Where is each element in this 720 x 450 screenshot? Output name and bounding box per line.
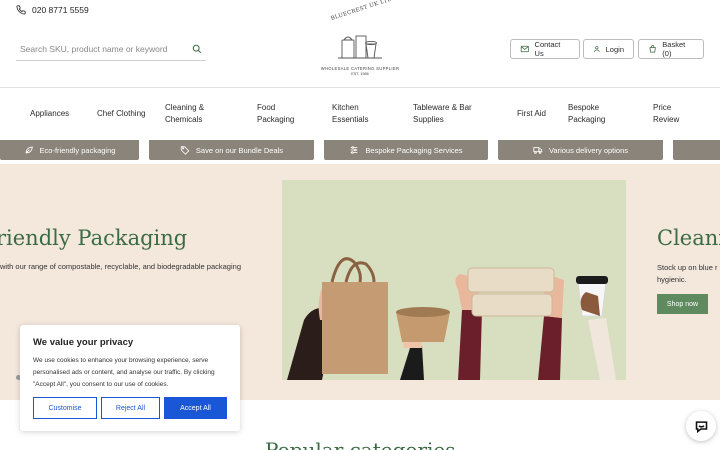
nav-item-first-aid[interactable]: First Aid <box>517 88 547 140</box>
shop-now-button[interactable]: Shop now <box>657 294 708 314</box>
truck-icon <box>533 147 543 154</box>
nav-item-price-review[interactable]: Price Review <box>653 88 695 140</box>
logo-emblem <box>338 35 382 59</box>
login-label: Login <box>605 44 624 54</box>
phone-number: 020 8771 5559 <box>32 5 89 15</box>
customise-button[interactable]: Customise <box>33 397 97 419</box>
phone-icon <box>16 5 26 15</box>
basket-button[interactable]: Basket (0) <box>638 39 704 59</box>
hero-next-slide-description: Stock up on blue r hygienic. <box>657 263 718 284</box>
nav-item-appliances[interactable]: Appliances <box>30 88 80 140</box>
nav-item-chef-clothing[interactable]: Chef Clothing <box>97 88 147 140</box>
basket-icon <box>649 45 656 53</box>
main-nav: Appliances Chef Clothing Cleaning & Chem… <box>0 88 720 140</box>
popular-categories-heading: Popular categories <box>265 438 456 450</box>
logo-est: EST. 1986 <box>351 72 369 76</box>
hero-slide-title: riendly Packaging <box>0 226 188 250</box>
logo-subtitle: WHOLESALE CATERING SUPPLIER <box>320 66 400 71</box>
nav-item-bespoke-packaging[interactable]: Bespoke Packaging <box>568 88 620 140</box>
search-icon[interactable] <box>192 44 202 54</box>
phone-contact[interactable]: 020 8771 5559 <box>16 5 89 15</box>
logo-text: BLUECREST UK LTD <box>330 0 394 22</box>
tag-icon <box>180 146 190 155</box>
usp-bespoke-services[interactable]: Bespoke Packaging Services <box>324 140 488 160</box>
hero-illustration <box>287 257 616 380</box>
user-icon <box>593 46 600 52</box>
accept-all-button[interactable]: Accept All <box>164 397 227 419</box>
site-logo[interactable]: BLUECREST UK LTD WHOLESALE CATERING SUPP… <box>318 0 402 80</box>
contact-us-button[interactable]: Contact Us <box>510 39 580 59</box>
contact-us-label: Contact Us <box>534 40 561 58</box>
usp-delivery-options[interactable]: Various delivery options <box>498 140 663 160</box>
mail-icon <box>520 45 529 53</box>
leaf-icon <box>25 146 33 154</box>
reject-all-button[interactable]: Reject All <box>101 397 160 419</box>
search-input[interactable] <box>20 43 180 54</box>
cookie-text: We use cookies to enhance your browsing … <box>33 357 215 388</box>
nav-item-food-packaging[interactable]: Food Packaging <box>257 88 309 140</box>
nav-item-cleaning-chemicals[interactable]: Cleaning & Chemicals <box>165 88 227 140</box>
usp-strip: Eco-friendly packaging Save on our Bundl… <box>0 140 720 164</box>
cookie-consent-dialog: We value your privacy We use cookies to … <box>20 325 240 431</box>
usp-bundle-deals[interactable]: Save on our Bundle Deals <box>149 140 314 160</box>
nav-item-kitchen-essentials[interactable]: Kitchen Essentials <box>332 88 384 140</box>
usp-label: Various delivery options <box>548 145 629 155</box>
basket-label: Basket (0) <box>662 40 686 58</box>
chat-widget-button[interactable] <box>686 411 716 441</box>
usp-next-partial[interactable] <box>673 140 720 160</box>
nav-item-tableware-bar[interactable]: Tableware & Bar Supplies <box>413 88 493 140</box>
usp-label: Save on our Bundle Deals <box>195 145 284 155</box>
chat-icon <box>695 420 707 433</box>
hero-image-packaging <box>282 180 626 380</box>
search-bar[interactable] <box>16 37 206 61</box>
usp-eco-friendly[interactable]: Eco-friendly packaging <box>0 140 139 160</box>
login-button[interactable]: Login <box>583 39 634 59</box>
cookie-title: We value your privacy <box>33 337 134 348</box>
sliders-icon <box>351 146 358 154</box>
usp-label: Eco-friendly packaging <box>39 145 116 155</box>
hero-next-slide-title: Cleani <box>657 226 720 250</box>
usp-label: Bespoke Packaging Services <box>365 145 463 155</box>
hero-slide-description: with our range of compostable, recyclabl… <box>0 262 241 271</box>
